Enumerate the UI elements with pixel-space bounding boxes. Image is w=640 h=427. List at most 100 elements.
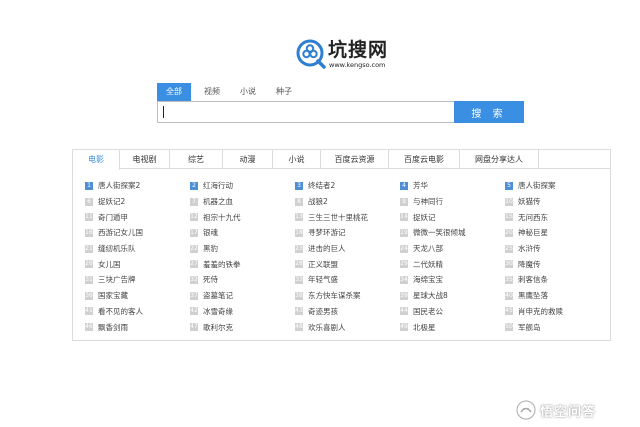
rank-item[interactable]: 45 肖申克的救赎: [505, 304, 609, 320]
tab-netdisk-sharers[interactable]: 网盘分享达人: [460, 150, 539, 169]
rank-item[interactable]: 5 唐人街探案: [505, 178, 609, 194]
rank-item[interactable]: 28 正义联盟: [295, 256, 399, 272]
rank-number-badge: 25: [505, 244, 513, 253]
rank-number-badge: 48: [295, 323, 303, 332]
rank-item[interactable]: 34 海绵宝宝: [400, 272, 504, 288]
search-button[interactable]: 搜 索: [454, 101, 524, 123]
search-tab-novel[interactable]: 小说: [233, 83, 263, 101]
rank-item[interactable]: 27 羞羞的铁拳: [190, 256, 294, 272]
rank-number-badge: 28: [295, 260, 303, 269]
rank-title: 红海行动: [203, 181, 233, 191]
tab-novel[interactable]: 小说: [273, 150, 321, 169]
rank-item[interactable]: 42 冰雪奇缘: [190, 304, 294, 320]
rank-title: 妖猫传: [518, 197, 541, 207]
rank-item[interactable]: 26 女儿国: [85, 256, 189, 272]
site-logo[interactable]: 坑搜网 www.kengso.com: [296, 39, 396, 71]
rank-item[interactable]: 3 终结者2: [295, 178, 399, 194]
rank-item[interactable]: 13 三生三世十里桃花: [295, 209, 399, 225]
rank-item[interactable]: 11 奇门遁甲: [85, 209, 189, 225]
rank-item[interactable]: 17 银魂: [190, 225, 294, 241]
rank-item[interactable]: 22 黑豹: [190, 241, 294, 257]
rank-item[interactable]: 37 盗墓笔记: [190, 288, 294, 304]
rank-item[interactable]: 39 星球大战8: [400, 288, 504, 304]
rank-item[interactable]: 47 歌利尔克: [190, 319, 294, 335]
rank-title: 二代妖精: [413, 259, 443, 269]
rank-item[interactable]: 25 水浒传: [505, 241, 609, 257]
rank-item[interactable]: 24 天龙八部: [400, 241, 504, 257]
rank-item[interactable]: 41 看不见的客人: [85, 304, 189, 320]
rank-item[interactable]: 19 微微一笑很倾城: [400, 225, 504, 241]
rank-item[interactable]: 46 飘香剑雨: [85, 319, 189, 335]
logo-mark-icon: [296, 39, 326, 69]
rank-item[interactable]: 32 死侍: [190, 272, 294, 288]
rank-item[interactable]: 33 年轻气盛: [295, 272, 399, 288]
logo-title: 坑搜网: [328, 39, 389, 61]
tab-movie[interactable]: 电影: [73, 150, 120, 170]
rank-title: 机器之血: [203, 197, 233, 207]
rank-number-badge: 38: [295, 291, 303, 300]
search-tab-all[interactable]: 全部: [157, 83, 191, 101]
rank-item[interactable]: 9 与神同行: [400, 194, 504, 210]
rank-item[interactable]: 35 刺客信条: [505, 272, 609, 288]
search-tab-torrent[interactable]: 种子: [269, 83, 299, 101]
rank-item[interactable]: 43 奇迹男孩: [295, 304, 399, 320]
rank-title: 羞羞的铁拳: [203, 259, 241, 269]
tab-baidu-cloud-resources[interactable]: 百度云资源: [321, 150, 389, 169]
rank-number-badge: 14: [400, 213, 408, 222]
rank-number-badge: 9: [400, 197, 408, 206]
rank-item[interactable]: 4 芳华: [400, 178, 504, 194]
rank-number-badge: 17: [190, 228, 198, 237]
rank-number-badge: 49: [400, 323, 408, 332]
tab-tv-series[interactable]: 电视剧: [120, 150, 170, 169]
rank-title: 国民老公: [413, 306, 443, 316]
rank-item[interactable]: 14 捉妖记: [400, 209, 504, 225]
rank-item[interactable]: 50 军舰岛: [505, 319, 609, 335]
rank-title: 国家宝藏: [98, 291, 128, 301]
rank-item[interactable]: 44 国民老公: [400, 304, 504, 320]
search-tab-video[interactable]: 视频: [197, 83, 227, 101]
rank-number-badge: 41: [85, 307, 93, 316]
rank-item[interactable]: 31 三块广告牌: [85, 272, 189, 288]
rank-number-badge: 37: [190, 291, 198, 300]
rank-number-badge: 50: [505, 323, 513, 332]
rank-item[interactable]: 30 降魔传: [505, 256, 609, 272]
rank-number-badge: 15: [505, 213, 513, 222]
rank-column: 2 红海行动 7 机器之血 12 祖宗十九代 17 银魂 22 黑豹 27 羞羞的铁拳 32 死侍 37 盗墓…: [190, 178, 294, 335]
rank-item[interactable]: 36 国家宝藏: [85, 288, 189, 304]
rank-item[interactable]: 15 无问西东: [505, 209, 609, 225]
rank-number-badge: 40: [505, 291, 513, 300]
tab-anime[interactable]: 动漫: [223, 150, 273, 169]
rank-item[interactable]: 8 战狼2: [295, 194, 399, 210]
rank-item[interactable]: 38 东方快车谋杀案: [295, 288, 399, 304]
rank-item[interactable]: 1 唐人街探案2: [85, 178, 189, 194]
rank-item[interactable]: 49 北极星: [400, 319, 504, 335]
rank-item[interactable]: 7 机器之血: [190, 194, 294, 210]
rank-number-badge: 3: [295, 181, 303, 190]
rank-title: 水浒传: [518, 244, 541, 254]
rank-item[interactable]: 23 进击的巨人: [295, 241, 399, 257]
tab-variety[interactable]: 综艺: [170, 150, 223, 169]
rank-item[interactable]: 29 二代妖精: [400, 256, 504, 272]
rank-title: 刺客信条: [518, 275, 548, 285]
rank-title: 神秘巨星: [518, 228, 548, 238]
rank-item[interactable]: 10 妖猫传: [505, 194, 609, 210]
rank-item[interactable]: 2 红海行动: [190, 178, 294, 194]
rank-item[interactable]: 20 神秘巨星: [505, 225, 609, 241]
rank-item[interactable]: 16 西游记女儿国: [85, 225, 189, 241]
rank-number-badge: 45: [505, 307, 513, 316]
rank-number-badge: 1: [85, 181, 93, 190]
rank-item[interactable]: 6 捉妖记2: [85, 194, 189, 210]
rank-title: 看不见的客人: [98, 306, 143, 316]
tab-baidu-cloud-movies[interactable]: 百度云电影: [389, 150, 460, 169]
rank-number-badge: 42: [190, 307, 198, 316]
rank-number-badge: 13: [295, 213, 303, 222]
rank-item[interactable]: 48 欢乐喜剧人: [295, 319, 399, 335]
rank-number-badge: 12: [190, 213, 198, 222]
rank-item[interactable]: 18 寻梦环游记: [295, 225, 399, 241]
rank-number-badge: 34: [400, 275, 408, 284]
rank-item[interactable]: 40 黑鹰坠落: [505, 288, 609, 304]
rank-item[interactable]: 12 祖宗十九代: [190, 209, 294, 225]
search-input[interactable]: [157, 101, 454, 123]
rank-number-badge: 23: [295, 244, 303, 253]
rank-item[interactable]: 21 缝纫机乐队: [85, 241, 189, 257]
